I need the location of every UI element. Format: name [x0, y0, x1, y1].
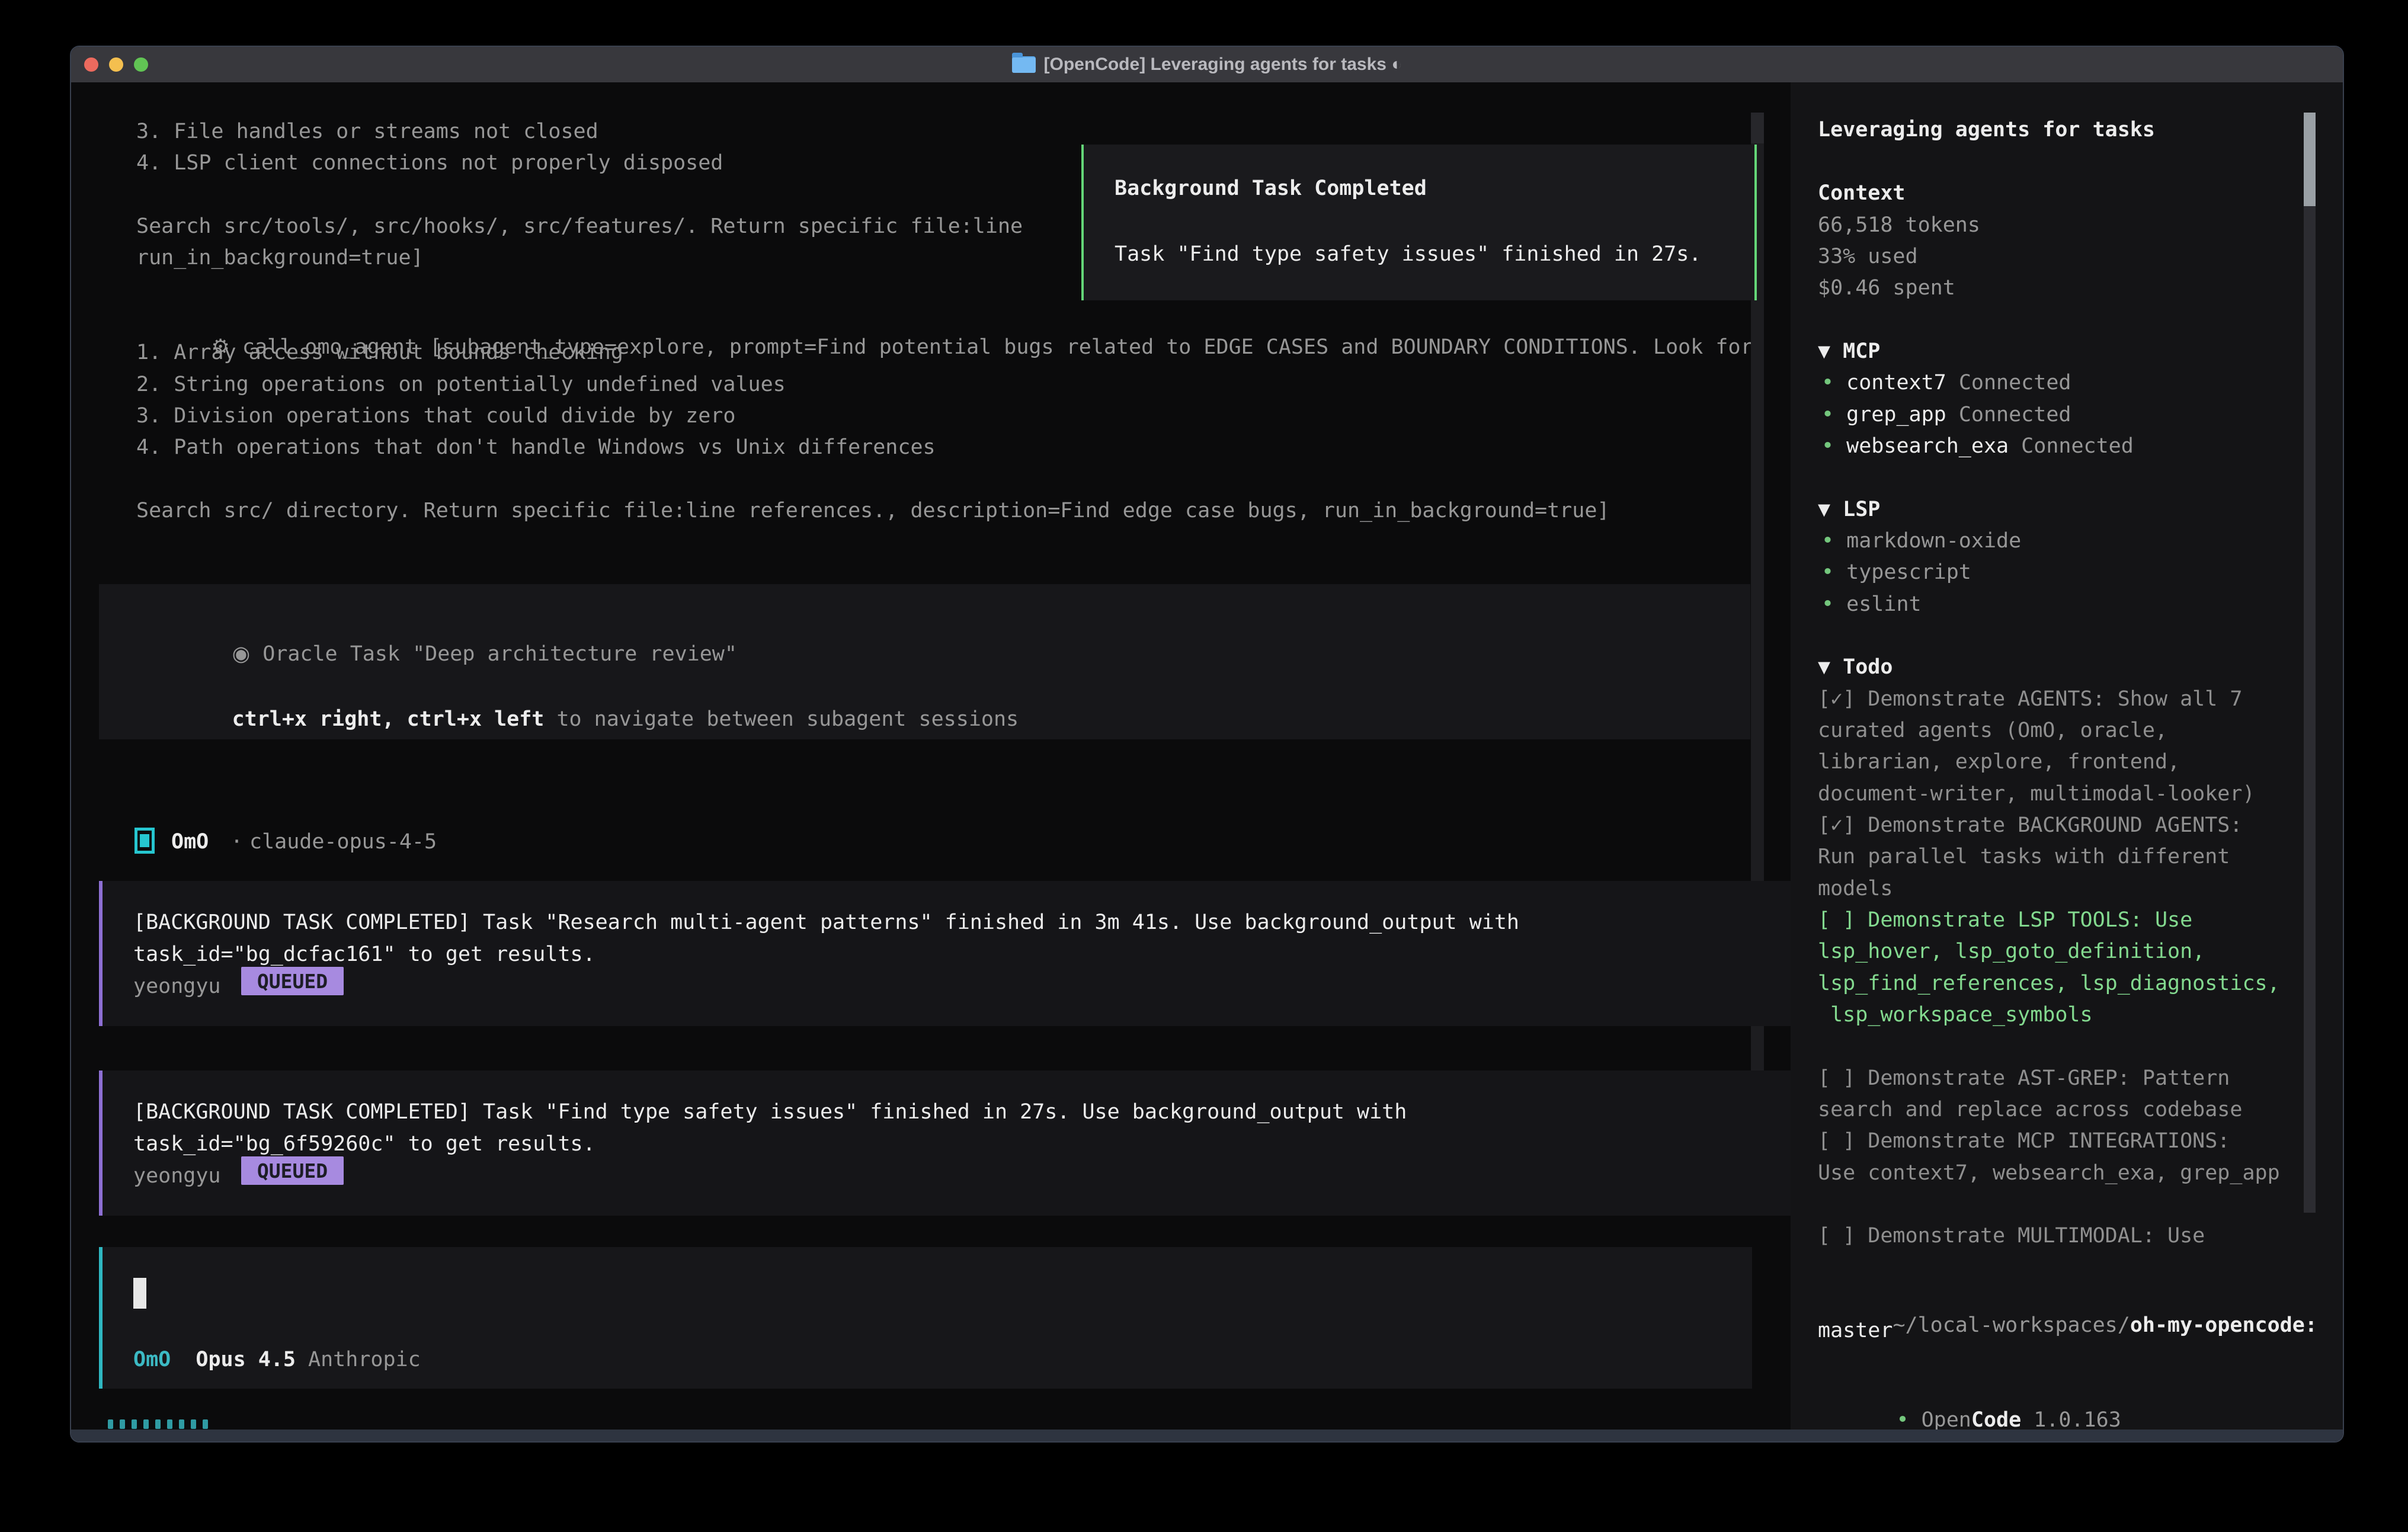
input-model-row: OmO Opus 4.5 Anthropic: [133, 1347, 421, 1373]
todo-line-active: lsp_workspace_symbols: [1818, 1002, 2093, 1028]
todo-line-done: librarian, explore, frontend,: [1818, 749, 2180, 775]
hint-text: to navigate between subagent sessions: [556, 707, 1019, 731]
scrollback-line: Search src/ directory. Return specific f…: [136, 498, 1609, 524]
agent-model: claude-opus-4-5: [249, 829, 437, 855]
hint-keys: ctrl+x right, ctrl+x left: [232, 707, 545, 731]
status-dot: •: [1896, 1408, 1909, 1432]
context-tokens: 66,518 tokens: [1818, 212, 1980, 238]
traffic-lights: [84, 57, 148, 72]
scrollback-line: 4. Path operations that don't handle Win…: [136, 434, 936, 460]
window-title: [OpenCode] Leveraging agents for tasks ◐: [1044, 55, 1402, 75]
message-user: yeongyu: [133, 1163, 221, 1189]
oracle-task-panel[interactable]: ◉ Oracle Task "Deep architecture review"…: [99, 584, 1750, 739]
todo-line-active: lsp_find_references, lsp_diagnostics,: [1818, 970, 2280, 996]
background-task-message[interactable]: [BACKGROUND TASK COMPLETED] Task "Resear…: [99, 881, 1808, 1026]
chat-scrollbar-thumb-top[interactable]: [1751, 113, 1764, 143]
notification-body: Task "Find type safety issues" finished …: [1115, 241, 1701, 267]
sidebar-scrollbar-track[interactable]: [2304, 113, 2316, 1213]
todo-line-done: curated agents (OmO, oracle,: [1818, 717, 2167, 743]
scrollback-line: run_in_background=true]: [136, 245, 424, 271]
todo-line-done: document-writer, multimodal-looker): [1818, 781, 2255, 807]
todo-line-pending: [ ] Demonstrate MULTIMODAL: Use: [1818, 1223, 2205, 1249]
terminal-window: [OpenCode] Leveraging agents for tasks ◐…: [70, 46, 2344, 1443]
window-bottom-frame: [71, 1430, 2343, 1443]
message-text-line: [BACKGROUND TASK COMPLETED] Task "Resear…: [133, 909, 1519, 935]
todo-line-done: Run parallel tasks with different: [1818, 844, 2230, 870]
mcp-status: Connected: [2021, 434, 2134, 458]
todo-line-pending: Use context7, websearch_exa, grep_app: [1818, 1160, 2280, 1186]
scrollback-line: Search src/tools/, src/hooks/, src/featu…: [136, 213, 1023, 239]
todo-line-done: [✓] Demonstrate AGENTS: Show all 7: [1818, 686, 2242, 712]
status-dot: •: [1821, 434, 1834, 458]
context-used: 33% used: [1818, 243, 1918, 270]
session-title: Leveraging agents for tasks: [1818, 117, 2155, 143]
status-dot: •: [1821, 529, 1834, 553]
sidebar-scrollbar-thumb[interactable]: [2304, 113, 2316, 206]
scrollback-line: 1. Array access without bounds checking: [136, 339, 623, 366]
todo-line-pending: [ ] Demonstrate AST-GREP: Pattern: [1818, 1065, 2230, 1091]
mcp-status: Connected: [1959, 403, 2071, 427]
workspace-repo: oh-my-opencode:: [2130, 1313, 2317, 1337]
lsp-item: • markdown-oxide: [1821, 528, 2021, 554]
todo-section-header[interactable]: ▼ Todo: [1818, 654, 1893, 680]
status-dot: •: [1821, 560, 1834, 584]
todo-line-active: [ ] Demonstrate LSP TOOLS: Use: [1818, 907, 2192, 933]
status-dot: •: [1821, 371, 1834, 395]
message-text-line: [BACKGROUND TASK COMPLETED] Task "Find t…: [133, 1099, 1407, 1125]
agent-name: OmO: [171, 829, 209, 855]
todo-line-done: [✓] Demonstrate BACKGROUND AGENTS:: [1818, 812, 2242, 838]
separator-dot: ·: [230, 829, 243, 855]
record-icon: ◉: [232, 642, 251, 666]
window-titlebar[interactable]: [OpenCode] Leveraging agents for tasks ◐: [71, 47, 2343, 82]
mcp-item: • websearch_exa Connected: [1821, 433, 2134, 459]
close-window-button[interactable]: [84, 57, 98, 72]
input-provider-name: Anthropic: [308, 1348, 421, 1371]
folder-icon: [1012, 56, 1036, 73]
queued-badge: QUEUED: [241, 1156, 344, 1185]
todo-line-pending: search and replace across codebase: [1818, 1097, 2242, 1123]
todo-line-active: lsp_hover, lsp_goto_definition,: [1818, 938, 2205, 964]
message-text-line: task_id="bg_dcfac161" to get results.: [133, 941, 595, 967]
scrollback-line: 3. File handles or streams not closed: [136, 118, 598, 145]
mcp-section-header[interactable]: ▼ MCP: [1818, 338, 1880, 364]
lsp-section-header[interactable]: ▼ LSP: [1818, 496, 1880, 523]
scrollback-line: 3. Division operations that could divide…: [136, 403, 735, 429]
session-sidebar: Leveraging agents for tasks Context 66,5…: [1791, 82, 2344, 1430]
lsp-item: • typescript: [1821, 559, 1971, 585]
context-spent: $0.46 spent: [1818, 275, 1955, 301]
notification-title: Background Task Completed: [1115, 175, 1427, 201]
minimize-window-button[interactable]: [109, 57, 123, 72]
message-user: yeongyu: [133, 973, 221, 999]
context-header: Context: [1818, 180, 1906, 206]
todo-line-done: models: [1818, 876, 1893, 902]
background-task-message[interactable]: [BACKGROUND TASK COMPLETED] Task "Find t…: [99, 1071, 1808, 1216]
prompt-input[interactable]: OmO Opus 4.5 Anthropic: [99, 1247, 1752, 1389]
scrollback-line: 4. LSP client connections not properly d…: [136, 150, 723, 176]
message-text-line: task_id="bg_6f59260c" to get results.: [133, 1131, 595, 1157]
todo-line-pending: [ ] Demonstrate MCP INTEGRATIONS:: [1818, 1128, 2230, 1154]
omo-agent-icon: [135, 828, 155, 854]
status-dot: •: [1821, 403, 1834, 427]
scrollback-line: 2. String operations on potentially unde…: [136, 371, 786, 398]
queued-badge: QUEUED: [241, 967, 344, 995]
subagent-nav-hint: ctrl+x right, ctrl+x left to navigate be…: [132, 680, 1019, 758]
input-model-name[interactable]: Opus 4.5: [196, 1348, 296, 1371]
zoom-window-button[interactable]: [134, 57, 148, 72]
workspace-branch: master: [1818, 1318, 1893, 1344]
text-cursor: [133, 1278, 146, 1309]
status-dot: •: [1821, 592, 1834, 616]
mcp-item: • context7 Connected: [1821, 370, 2071, 396]
lsp-item: • eslint: [1821, 591, 1922, 617]
chat-main-pane: 3. File handles or streams not closed 4.…: [71, 82, 1766, 1430]
input-agent-name[interactable]: OmO: [133, 1348, 171, 1371]
background-task-notification[interactable]: Background Task Completed Task "Find typ…: [1081, 145, 1757, 300]
mcp-item: • grep_app Connected: [1821, 402, 2071, 428]
mcp-status: Connected: [1959, 371, 2071, 395]
